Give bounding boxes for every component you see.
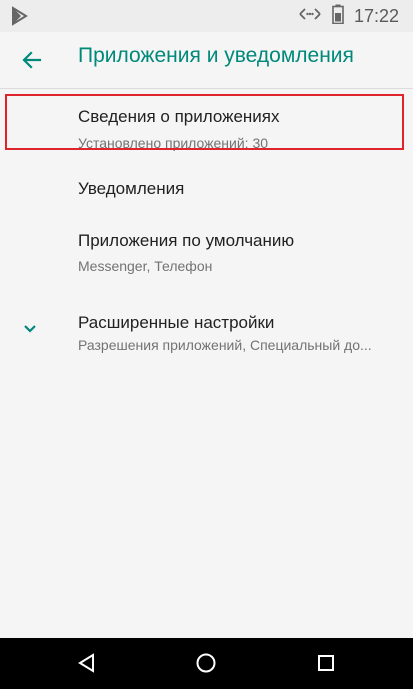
list-item-title: Приложения по умолчанию <box>78 231 295 250</box>
status-icons: 17:22 <box>298 0 399 32</box>
app-bar: Приложения и уведомления <box>0 32 413 89</box>
nav-back-button[interactable] <box>72 648 102 678</box>
list-item-advanced[interactable]: Расширенные настройки Разрешения приложе… <box>0 299 413 363</box>
list-item-subtitle: Установлено приложений: 30 <box>78 135 269 151</box>
list-item-app-info[interactable]: Сведения о приложениях Установлено прило… <box>0 97 413 157</box>
navigation-bar <box>0 638 413 689</box>
nav-home-button[interactable] <box>191 648 221 678</box>
status-bar: 17:22 <box>0 0 413 32</box>
battery-icon <box>332 4 344 29</box>
back-triangle-icon <box>78 653 94 673</box>
play-store-notification-icon <box>10 6 30 26</box>
status-time: 17:22 <box>353 5 399 26</box>
list-item-title: Уведомления <box>78 179 185 198</box>
list-item-title: Сведения о приложениях <box>78 107 280 126</box>
home-circle-icon <box>196 653 216 673</box>
list-item-default-apps[interactable]: Приложения по умолчанию Messenger, Телеф… <box>0 217 413 281</box>
back-arrow-icon <box>22 51 42 69</box>
nav-recents-button[interactable] <box>311 648 341 678</box>
data-transfer-icon <box>298 6 322 27</box>
list-item-subtitle: Messenger, Телефон <box>78 258 213 274</box>
list-item-notifications[interactable]: Уведомления <box>0 165 413 213</box>
chevron-down-icon <box>20 319 40 339</box>
list-item-title: Расширенные настройки <box>78 313 275 332</box>
page-title: Приложения и уведомления <box>78 44 354 67</box>
list-item-subtitle: Разрешения приложений, Специальный до... <box>78 337 372 353</box>
recents-square-icon <box>318 655 334 671</box>
back-button[interactable] <box>16 44 48 76</box>
